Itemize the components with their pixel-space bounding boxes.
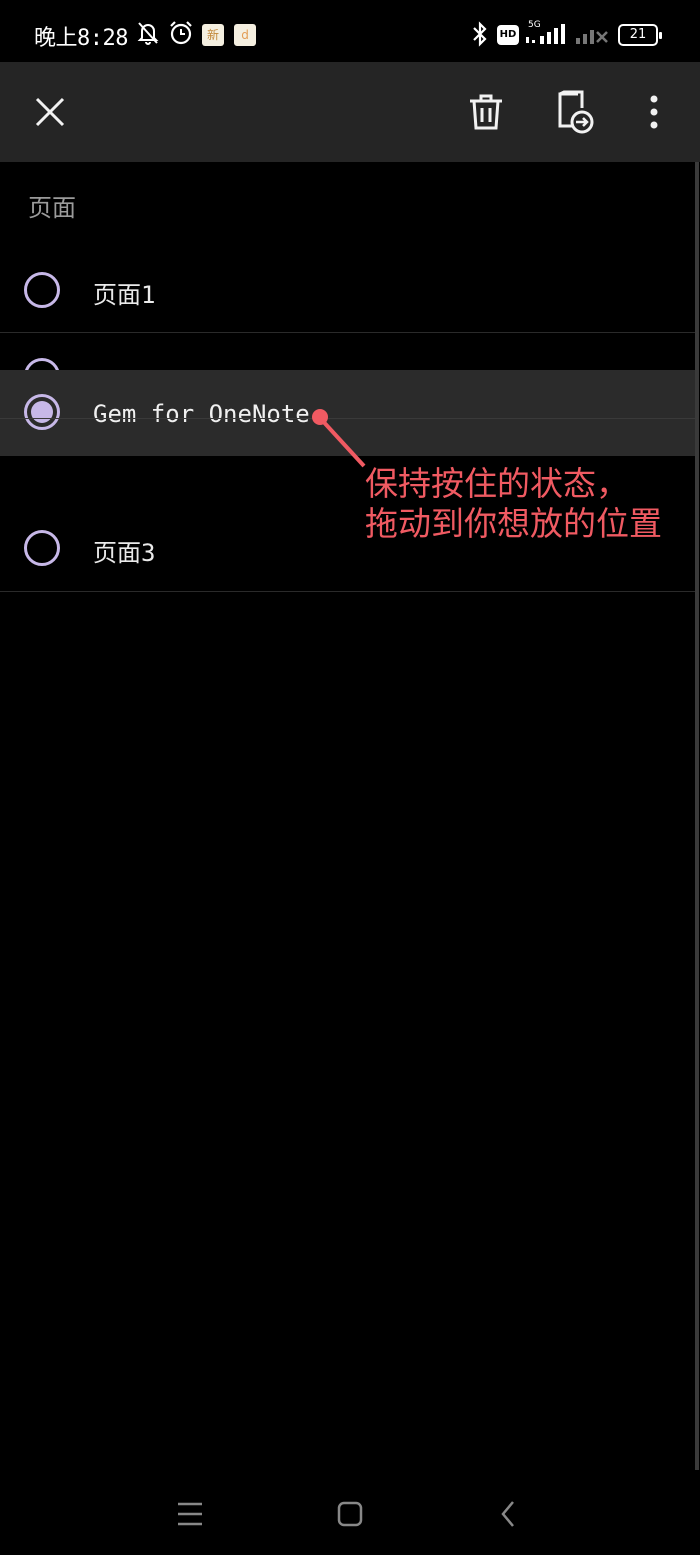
home-button[interactable] [328,1492,372,1536]
system-nav-bar [0,1470,700,1555]
menu-icon [178,1502,202,1526]
back-button[interactable] [486,1492,530,1536]
annotation-line-1: 保持按住的状态， [365,464,629,503]
recents-button[interactable] [168,1492,212,1536]
back-icon [501,1501,514,1527]
scrollbar[interactable] [695,162,699,1472]
home-icon [337,1501,363,1527]
annotation-text: 保持按住的状态， 拖动到你想放的位置 [365,464,662,544]
annotation-line-2: 拖动到你想放的位置 [365,504,662,543]
